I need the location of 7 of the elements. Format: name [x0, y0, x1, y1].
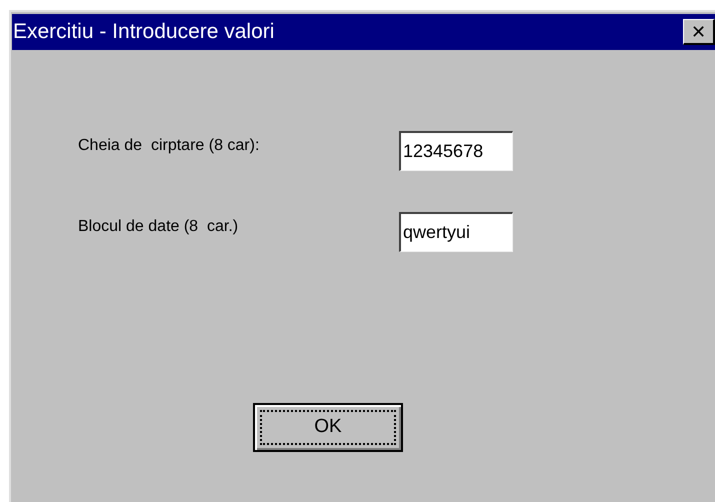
input-field[interactable]: 12345678 — [399, 131, 513, 171]
field-label: Blocul de date (8 car.) — [78, 217, 240, 237]
window-title: Exercitiu - Introducere valori — [12, 19, 274, 46]
ok-button[interactable]: OK — [253, 403, 403, 452]
close-button[interactable]: ✕ — [683, 19, 715, 45]
field-label: Cheia de cirptare (8 car): — [78, 136, 260, 156]
input-field[interactable]: qwertyui — [399, 212, 513, 252]
